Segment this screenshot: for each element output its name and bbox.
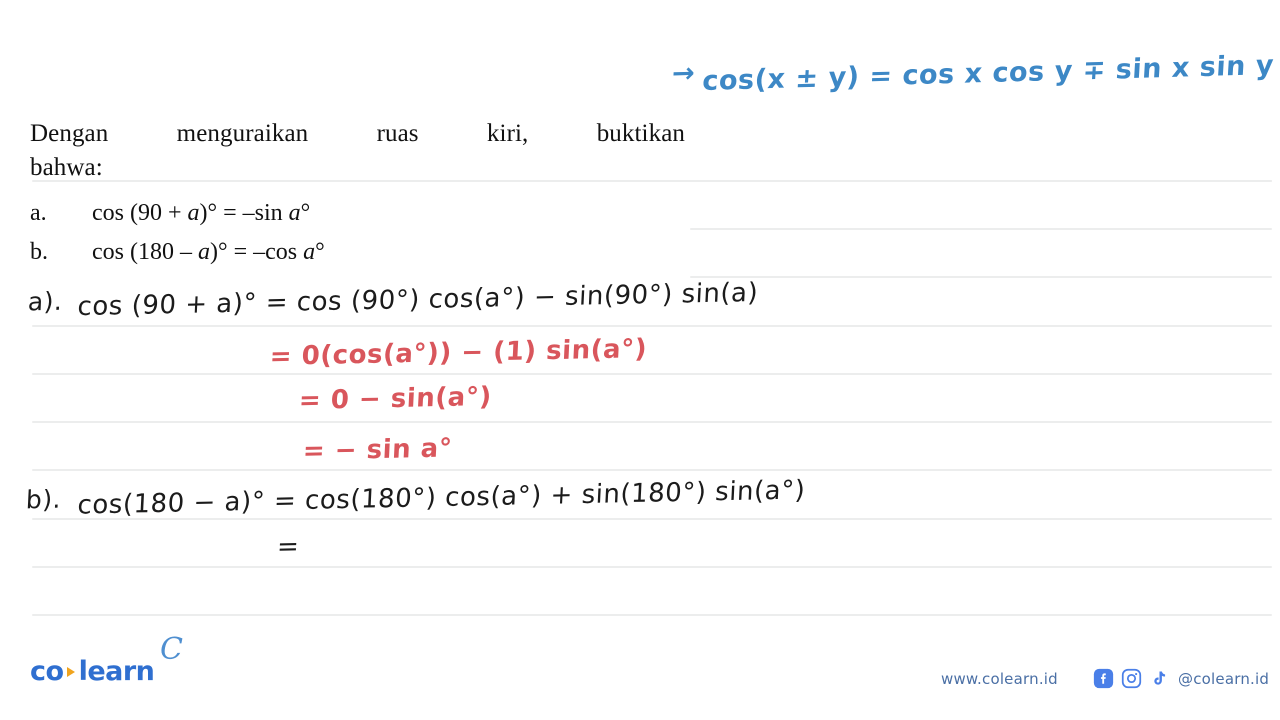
handwritten-formula-note-text: cos(x ± y) = cos x cos y ∓ sin x sin y [701,50,1276,97]
rule-line [32,325,1272,327]
rule-line [32,469,1272,471]
question-prompt-line-1: Dengan menguraikan ruas kiri, buktikan [30,120,685,147]
work-a-line-2: = 0(cos(a°)) − (1) sin(a°) [269,334,648,372]
rule-line [32,421,1272,423]
work-a-line-3: = 0 − sin(a°) [298,381,493,417]
rule-line [32,373,1272,375]
tiktok-icon[interactable] [1149,668,1168,689]
rule-line [32,614,1272,616]
arrow-icon: → [671,57,697,90]
worksheet-page: Dengan menguraikan ruas kiri, buktikan b… [0,0,1280,720]
work-b-line-2: = [276,531,301,563]
logo-text-learn: learn [78,656,155,687]
rule-line [32,518,1272,520]
question-item-b-formula: cos (180 – a)° = –cos a° [92,238,325,265]
logo-separator-triangle-icon [66,666,75,677]
question-prompt-line-2: bahwa: [30,154,103,181]
question-item-a: a. cos (90 + a)° = –sin a° [30,198,685,230]
footer-website[interactable]: www.colearn.id [941,670,1058,688]
footer-social-links: @colearn.id [1093,668,1269,689]
question-item-b-marker: b. [30,238,48,265]
work-b-line-1: cos(180 − a)° = cos(180°) cos(a°) + sin(… [76,475,807,521]
question-item-a-marker: a. [30,200,47,226]
margin-letter-c: C [160,632,183,667]
rule-line [690,228,1272,230]
rule-line [690,276,1272,278]
footer-handle[interactable]: @colearn.id [1178,670,1269,688]
work-a-line-1: cos (90 + a)° = cos (90°) cos(a°) − sin(… [76,277,759,323]
logo-text-co: co [30,656,64,687]
work-a-label: a). [27,286,64,317]
rule-line [690,180,1272,182]
handwritten-formula-note: → cos(x ± y) = cos x cos y ∓ sin x sin y [671,50,1275,97]
work-a-line-4: = − sin a° [302,433,453,467]
question-item-b: b. cos (180 – a)° = –cos a° [30,237,685,269]
colearn-logo: co learn [30,656,155,687]
question-block: Dengan menguraikan ruas kiri, buktikan b… [30,117,685,275]
question-item-list: a. cos (90 + a)° = –sin a° b. cos (180 –… [30,198,685,268]
facebook-icon[interactable] [1093,668,1114,689]
work-b-label: b). [25,484,62,515]
instagram-icon[interactable] [1121,668,1142,689]
rule-line [32,566,1272,568]
question-item-a-formula: cos (90 + a)° = –sin a° [92,200,311,226]
